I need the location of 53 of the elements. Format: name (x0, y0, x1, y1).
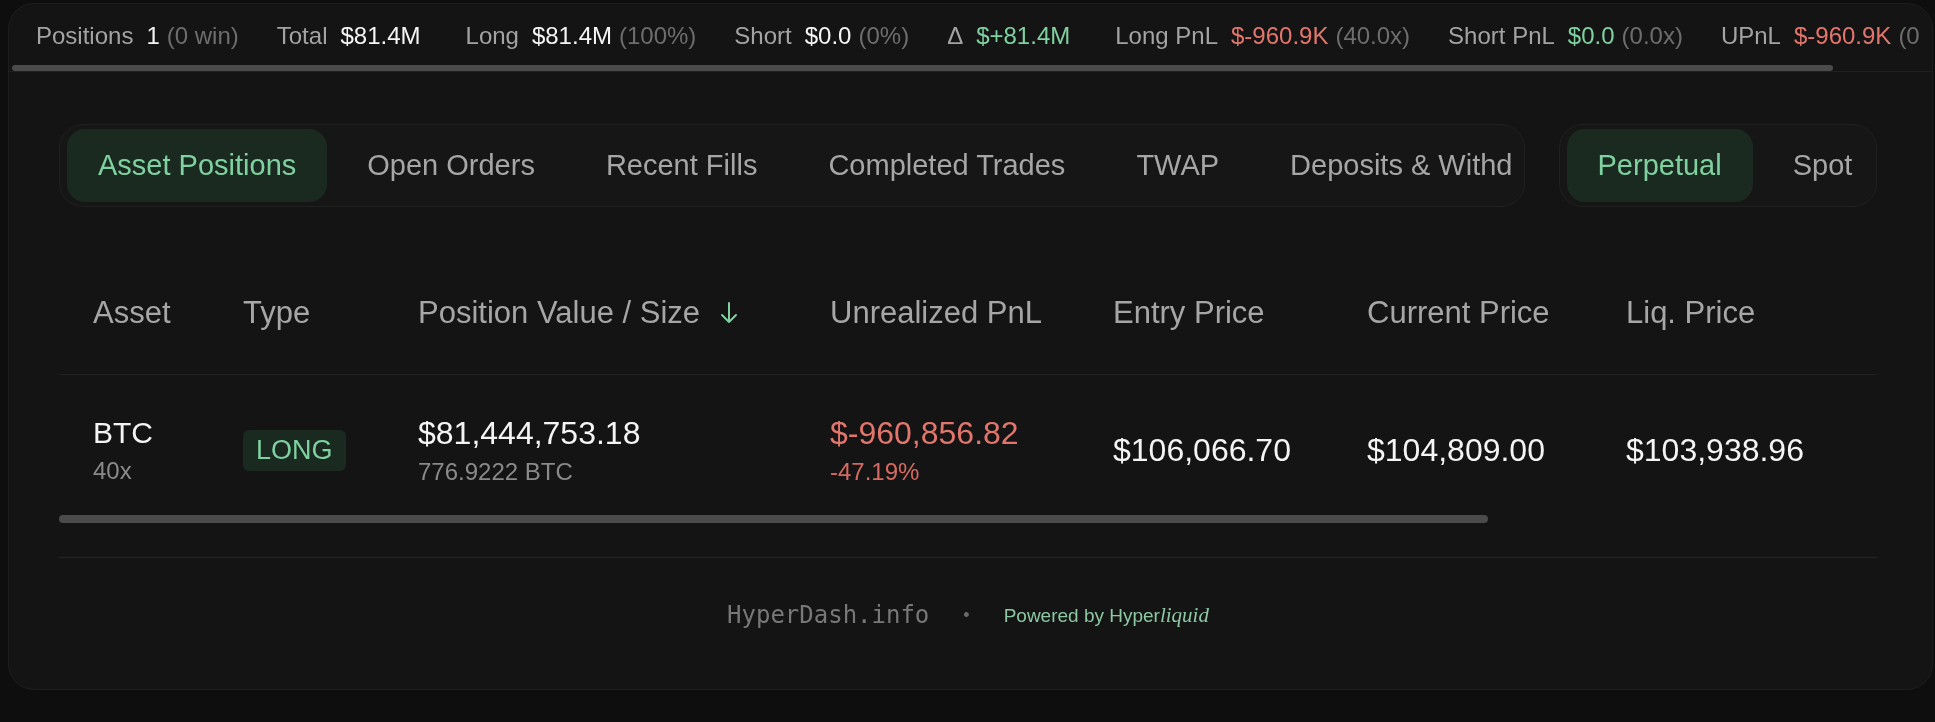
stat-detail: (0 (1898, 22, 1920, 50)
stat-value: $-960.9K (1231, 22, 1329, 50)
tab[interactable]: Deposits & Withd (1259, 129, 1517, 202)
site-link[interactable]: HyperDash.info (727, 601, 930, 629)
stat-detail: (0 win) (166, 22, 239, 50)
separator-dot: • (963, 604, 970, 626)
tab[interactable]: Recent Fills (574, 129, 789, 202)
stat-value: $0.0 (1567, 22, 1615, 50)
stat-detail: (100%) (619, 22, 697, 50)
side-badge: LONG (243, 429, 346, 471)
tab[interactable]: Perpetual (1566, 129, 1753, 202)
powered-by-link[interactable]: Powered by Hyperliquid (1003, 602, 1209, 628)
entry-price: $106,066.70 (1113, 431, 1291, 469)
column-header[interactable]: Type (243, 295, 311, 331)
sort-descending-icon[interactable] (720, 302, 739, 324)
column-header[interactable]: Unrealized PnL (830, 295, 1042, 331)
stat-detail: (0%) (858, 22, 910, 50)
stat-label: Long (465, 22, 519, 50)
position-size: 776.9222 BTC (418, 458, 573, 485)
unrealized-pnl: $-960,856.82 (830, 415, 1019, 451)
stat-label: Short (734, 22, 792, 50)
tab[interactable]: Open Orders (336, 129, 566, 202)
stat-value: $81.4M (531, 22, 612, 50)
column-header[interactable]: Position Value / Size (418, 295, 739, 331)
column-header[interactable]: Liq. Price (1626, 295, 1756, 331)
tab[interactable]: Spot (1761, 129, 1876, 202)
stat-value: $81.4M (340, 22, 421, 50)
stat-detail: (0.0x) (1621, 22, 1683, 50)
tab[interactable]: Asset Positions (67, 129, 328, 202)
leverage-label: 40x (93, 457, 132, 484)
stat-value: 1 (146, 22, 160, 50)
tab[interactable]: Completed Trades (797, 129, 1097, 202)
stat-label: Short PnL (1448, 22, 1555, 50)
column-header[interactable]: Asset (93, 295, 171, 331)
stat-value: $-960.9K (1793, 22, 1892, 50)
position-value: $81,444,753.18 (418, 415, 641, 451)
scrollbar-thumb[interactable] (12, 65, 1833, 71)
current-price: $104,809.00 (1367, 431, 1545, 469)
column-header[interactable]: Current Price (1367, 295, 1550, 331)
stat-detail: (40.0x) (1335, 22, 1411, 50)
stat-label: Δ (947, 22, 964, 50)
scrollbar-thumb[interactable] (59, 515, 1488, 523)
stat-label: Long PnL (1115, 22, 1218, 50)
stat-label: UPnL (1720, 22, 1781, 50)
stat-label: Total (276, 22, 328, 50)
pnl-percent: -47.19% (830, 458, 920, 485)
column-header[interactable]: Entry Price (1113, 295, 1265, 331)
stat-value: $0.0 (804, 22, 852, 50)
stat-value: $+81.4M (976, 22, 1071, 50)
asset-symbol: BTC (93, 416, 153, 450)
liquidation-price: $103,938.96 (1626, 431, 1804, 469)
stat-label: Positions (36, 22, 134, 50)
tab[interactable]: TWAP (1105, 129, 1251, 202)
